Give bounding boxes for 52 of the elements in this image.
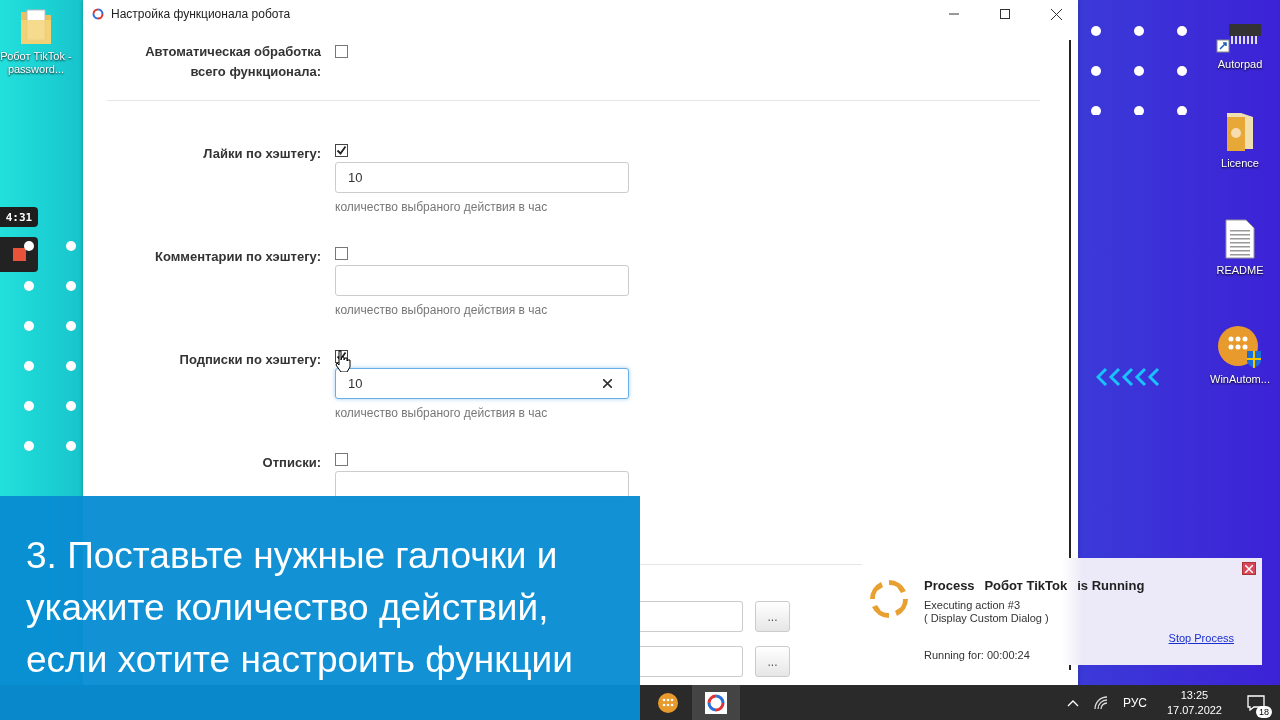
chevrons-icon xyxy=(1096,367,1162,387)
field-label: Лайки по хэштегу: xyxy=(203,145,321,163)
process-name: Робот TikTok xyxy=(984,578,1068,593)
field-label: Комментарии по хэштегу: xyxy=(154,248,321,266)
field-label: Автоматическая обработка всего функционала: xyxy=(144,43,321,81)
action-detail: ( Display Custom Dialog ) xyxy=(924,612,1050,625)
desktop-icon-label[interactable]: Autorpad xyxy=(1217,58,1263,71)
close-icon xyxy=(1050,8,1062,20)
process-status: is Running xyxy=(1077,578,1145,593)
language-indicator[interactable]: РУС xyxy=(1122,695,1147,710)
taskbar-app-icon[interactable] xyxy=(692,685,740,720)
close-button[interactable] xyxy=(1242,562,1256,575)
notification-count: 18 xyxy=(1256,705,1272,718)
hand-cursor-icon xyxy=(335,350,351,372)
wifi-icon[interactable] xyxy=(1092,695,1109,710)
number-input-field[interactable]: 10 xyxy=(335,162,629,193)
window-title: Настройка функционала робота xyxy=(111,7,291,21)
number-input-field[interactable]: 10 xyxy=(335,368,629,399)
clock-time[interactable]: 13:25 xyxy=(1180,687,1209,703)
file-path-field[interactable] xyxy=(640,646,743,677)
field-hint: количество выбраного действия в час xyxy=(335,406,548,420)
recording-timer: 4:31 xyxy=(0,207,38,227)
chevron-up-icon[interactable] xyxy=(1066,698,1079,707)
browse-button[interactable]: ... xyxy=(755,646,790,677)
desktop-icon-label[interactable]: Licence xyxy=(1221,157,1259,170)
field-label: Отписки: xyxy=(262,454,321,472)
notification-title: Process xyxy=(924,578,975,593)
app-logo-icon xyxy=(92,8,104,20)
document-icon[interactable] xyxy=(1224,218,1256,260)
action-text: Executing action #3 xyxy=(924,599,1021,612)
process-icon xyxy=(868,578,910,620)
checkbox[interactable] xyxy=(335,144,348,157)
elapsed-time: Running for: 00:00:24 xyxy=(924,649,1030,662)
number-input-field[interactable] xyxy=(335,265,629,296)
file-path-field[interactable] xyxy=(640,601,743,632)
maximize-icon xyxy=(1000,9,1010,19)
desktop-icon-label[interactable]: WinAutom... xyxy=(1210,373,1270,386)
checkbox[interactable] xyxy=(335,453,348,466)
field-label: Подписки по хэштегу: xyxy=(179,351,321,369)
notification-icon[interactable] xyxy=(1247,694,1265,711)
desktop-icon-label[interactable]: README xyxy=(1216,264,1264,277)
clock-date[interactable]: 17.07.2022 xyxy=(1166,702,1222,718)
stop-process-link[interactable]: Stop Process xyxy=(1168,632,1234,644)
clear-icon[interactable] xyxy=(603,379,612,388)
stop-recording-button[interactable] xyxy=(0,237,38,272)
field-hint: количество выбраного действия в час xyxy=(335,303,548,317)
caption-text: 3. Поставьте нужные галочки и укажите количество действий, если хотите настроить функции xyxy=(26,534,574,682)
checkbox[interactable] xyxy=(335,45,348,58)
app-icon[interactable] xyxy=(1217,325,1263,369)
browse-button[interactable]: ... xyxy=(755,601,790,632)
checkbox[interactable] xyxy=(335,247,348,260)
field-hint: количество выбраного действия в час xyxy=(335,200,548,214)
